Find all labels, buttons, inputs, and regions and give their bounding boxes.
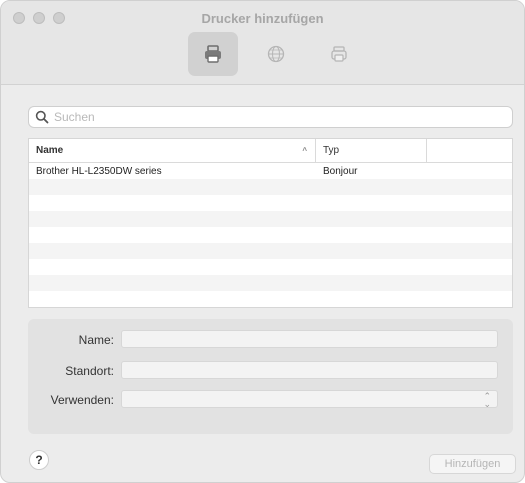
- use-label: Verwenden:: [50, 393, 114, 407]
- add-button[interactable]: Hinzufügen: [429, 454, 516, 474]
- tab-windows-printers[interactable]: [314, 32, 364, 76]
- table-row-empty: [29, 211, 512, 227]
- printer-details-panel: Name: Standort: Verwenden: ⌃ ⌄: [28, 319, 513, 434]
- table-row-empty: [29, 227, 512, 243]
- table-row[interactable]: Brother HL-L2350DW series Bonjour: [29, 163, 512, 179]
- table-row-empty: [29, 179, 512, 195]
- table-row-empty: [29, 275, 512, 291]
- select-updown-icon: ⌃ ⌄: [483, 391, 491, 409]
- column-header-type-label: Typ: [323, 145, 340, 156]
- search-icon: [35, 110, 49, 124]
- table-row-empty: [29, 291, 512, 307]
- add-printer-window: Drucker hinzufügen Suchen Name ^ Typ Bro…: [0, 0, 525, 483]
- printer-default-icon: [205, 45, 221, 63]
- printer-name-cell: Brother HL-L2350DW series: [36, 165, 162, 177]
- location-field[interactable]: [121, 361, 498, 379]
- tab-default-printers[interactable]: [188, 32, 238, 76]
- column-header-type[interactable]: Typ: [316, 139, 427, 162]
- name-label: Name:: [78, 333, 114, 347]
- window-title: Drucker hinzufügen: [201, 11, 324, 26]
- column-header-name[interactable]: Name ^: [29, 139, 316, 162]
- sort-ascending-icon: ^: [302, 146, 307, 155]
- toolbar-tabs: [188, 32, 364, 76]
- globe-ip-icon: [267, 45, 285, 63]
- search-input[interactable]: [54, 110, 512, 124]
- table-header: Name ^ Typ: [29, 139, 512, 163]
- table-row-empty: [29, 243, 512, 259]
- name-field[interactable]: [121, 330, 498, 348]
- printer-type-cell: Bonjour: [323, 165, 358, 177]
- location-label: Standort:: [65, 364, 114, 378]
- title-bar: Drucker hinzufügen: [1, 1, 524, 85]
- help-button[interactable]: ?: [29, 450, 49, 470]
- table-row-empty: [29, 195, 512, 211]
- use-select[interactable]: ⌃ ⌄: [121, 390, 498, 409]
- table-row-empty: [29, 259, 512, 275]
- printer-list[interactable]: Name ^ Typ Brother HL-L2350DW series Bon…: [28, 138, 513, 308]
- windows-printer-icon: [331, 46, 347, 62]
- column-header-name-label: Name: [36, 145, 64, 156]
- tab-ip-printers[interactable]: [251, 32, 301, 76]
- table-body: Brother HL-L2350DW series Bonjour: [29, 163, 512, 307]
- search-field[interactable]: [28, 106, 513, 128]
